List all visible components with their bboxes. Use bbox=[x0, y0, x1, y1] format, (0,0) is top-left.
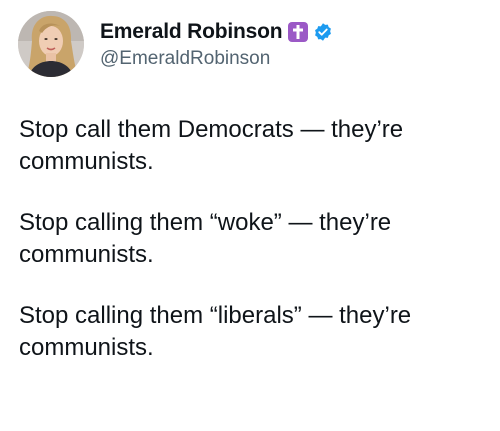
author-handle[interactable]: @EmeraldRobinson bbox=[100, 48, 333, 70]
tweet-text: Stop call them Democrats — they’re commu… bbox=[19, 114, 489, 393]
tweet-header: Emerald Robinson @EmeraldRobinson bbox=[18, 8, 333, 80]
avatar-image bbox=[18, 11, 84, 77]
tweet-paragraph: Stop calling them “liberals” — they’re c… bbox=[19, 302, 412, 361]
verified-icon[interactable] bbox=[313, 22, 333, 42]
avatar[interactable] bbox=[18, 11, 84, 77]
author-display-name[interactable]: Emerald Robinson bbox=[100, 20, 283, 44]
tweet-paragraph: Stop call them Democrats — they’re commu… bbox=[19, 116, 404, 175]
tweet-card: Emerald Robinson @EmeraldRobinson Stop c… bbox=[0, 0, 500, 431]
name-row: Emerald Robinson bbox=[100, 18, 333, 46]
author-names: Emerald Robinson @EmeraldRobinson bbox=[100, 18, 333, 70]
latin-cross-icon bbox=[288, 22, 309, 42]
tweet-paragraph: Stop calling them “woke” — they’re commu… bbox=[19, 209, 392, 268]
